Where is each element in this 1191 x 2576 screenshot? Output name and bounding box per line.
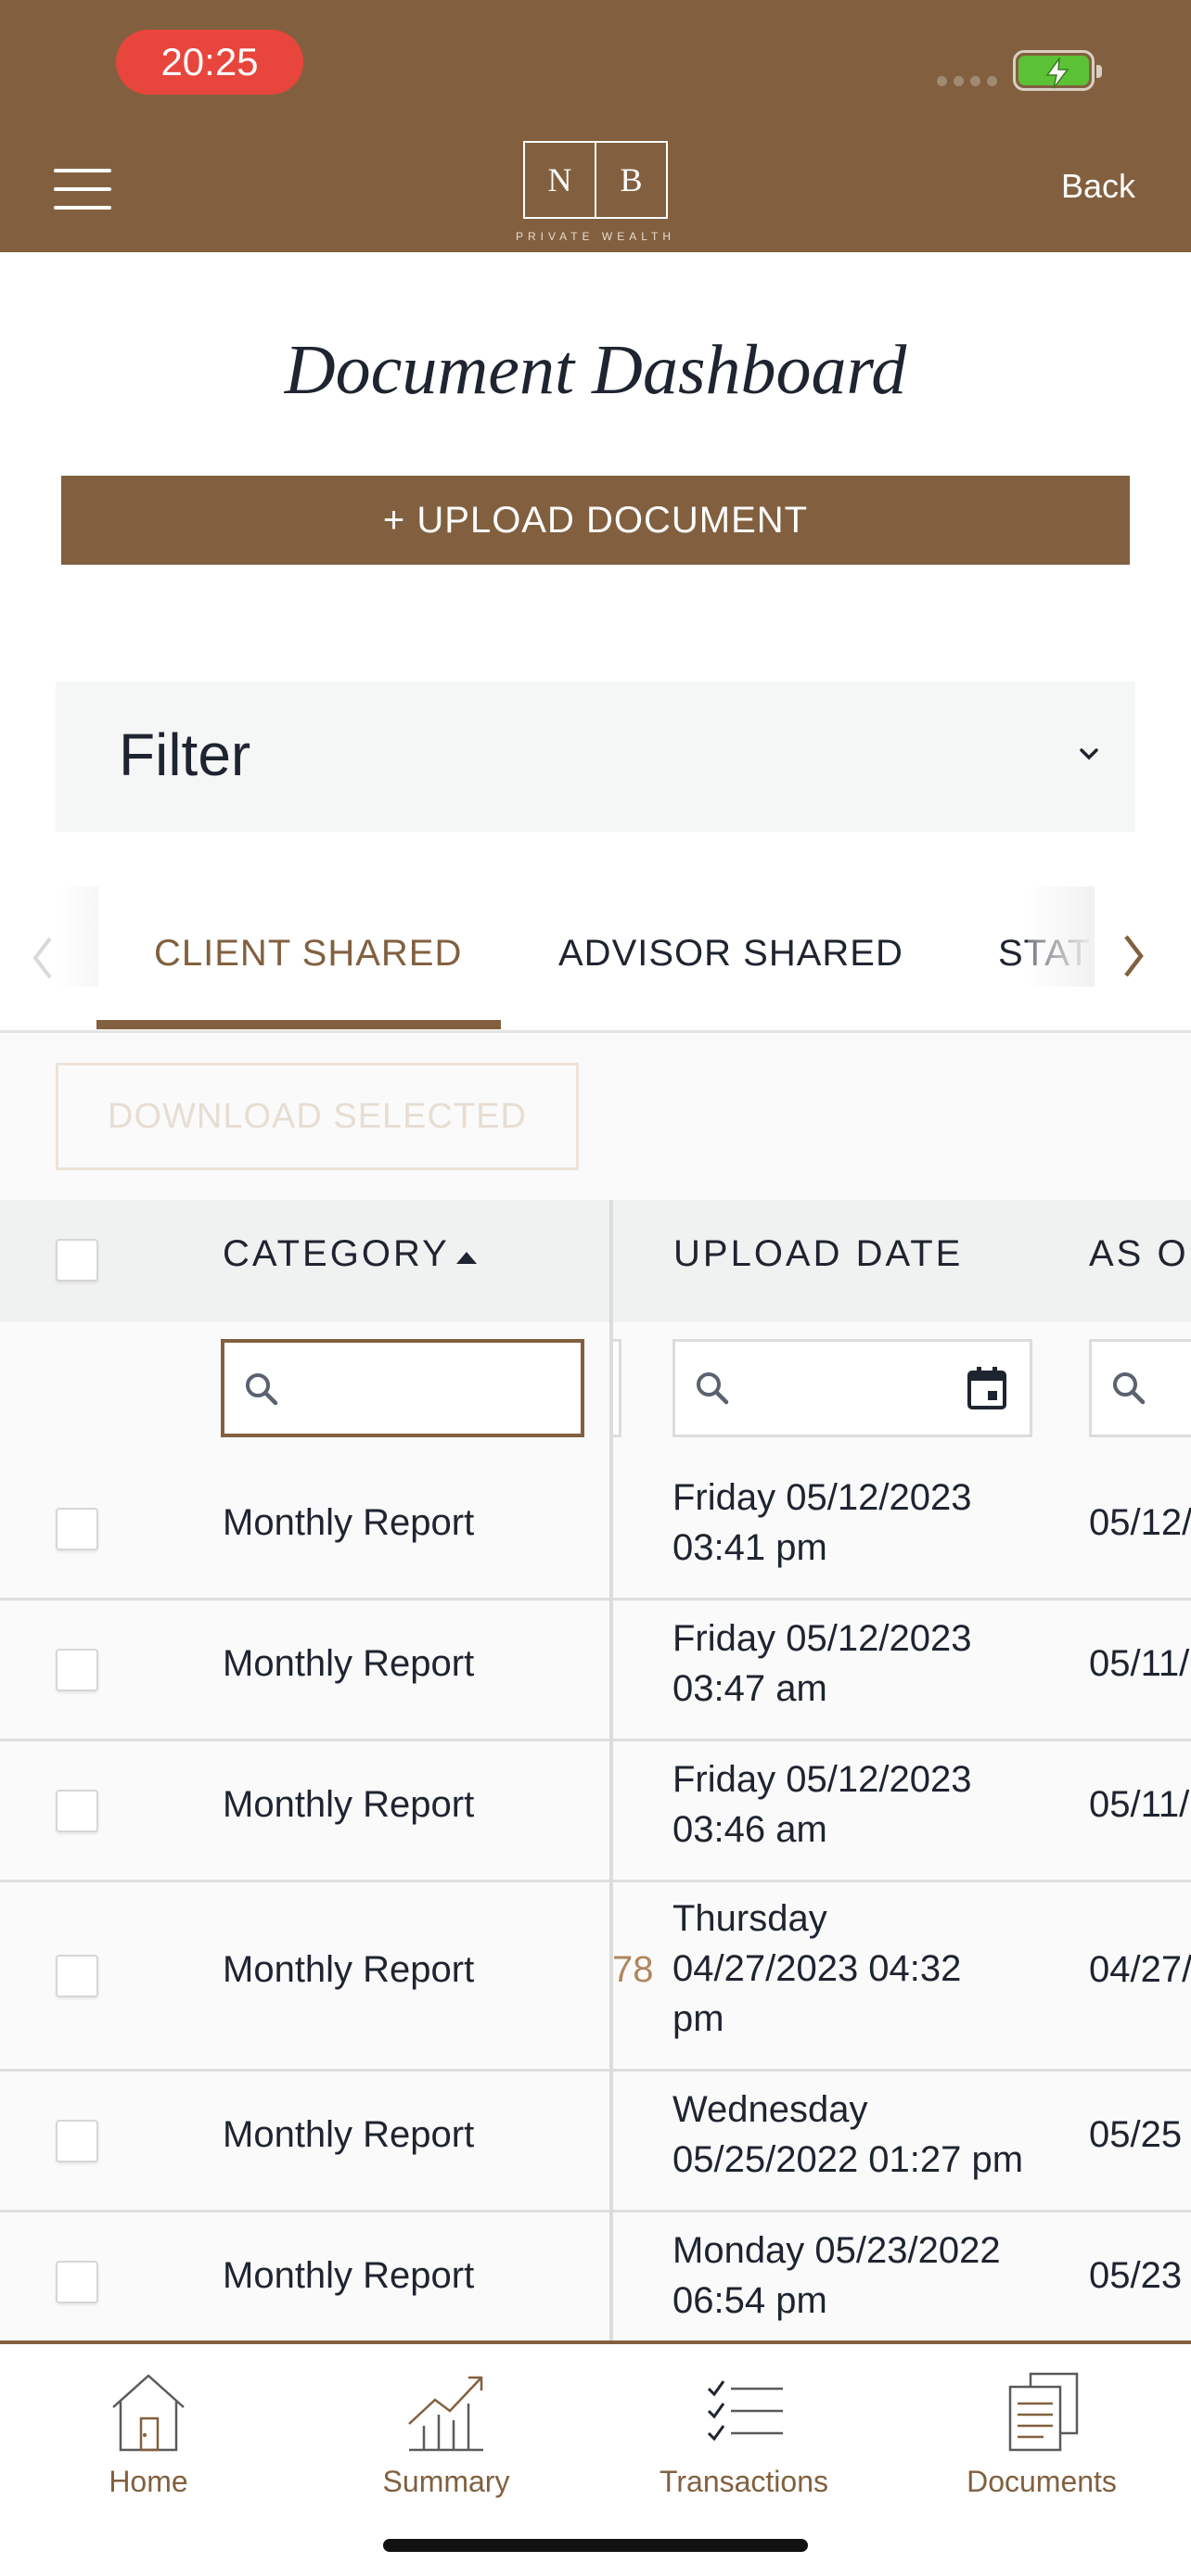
column-header-category[interactable]: CATEGORY — [223, 1233, 450, 1275]
nav-summary[interactable]: Summary — [335, 2370, 557, 2499]
upload-date-line: pm — [672, 1998, 724, 2039]
filter-accordion[interactable]: Filter — [56, 682, 1135, 832]
nav-documents[interactable]: Documents — [930, 2370, 1153, 2499]
select-all-checkbox[interactable] — [56, 1239, 98, 1282]
upload-date-cell: Friday 05/12/2023 03:46 am — [672, 1754, 1044, 1855]
upload-document-button[interactable]: + UPLOAD DOCUMENT — [61, 476, 1130, 565]
category-cell: Monthly Report — [223, 1949, 475, 1990]
documents-icon — [1008, 2372, 1079, 2452]
row-checkbox[interactable] — [56, 1955, 98, 1997]
category-cell: Monthly Report — [223, 1643, 475, 1684]
category-filter-input[interactable] — [221, 1339, 584, 1437]
upload-date-line: 03:41 pm — [672, 1527, 827, 1568]
upload-date-line: Friday 05/12/2023 — [672, 1759, 972, 1800]
row-checkbox[interactable] — [56, 1508, 98, 1550]
back-button[interactable]: Back — [1061, 167, 1135, 206]
row-checkbox[interactable] — [56, 1790, 98, 1832]
app-header: 20:25 N B PRIVATE WEALTH Back — [0, 0, 1191, 252]
column-header-upload-date[interactable]: UPLOAD DATE — [673, 1233, 963, 1275]
nav-documents-label: Documents — [967, 2465, 1117, 2498]
active-tab-indicator — [96, 1020, 501, 1029]
tab-advisor-shared[interactable]: ADVISOR SHARED — [558, 933, 903, 975]
upload-date-cell: Thursday 04/27/2023 04:32 pm — [672, 1894, 1044, 2044]
search-icon — [1113, 1372, 1146, 1405]
nav-transactions[interactable]: Transactions — [633, 2370, 855, 2499]
nav-transactions-label: Transactions — [660, 2465, 828, 2498]
search-icon — [697, 1372, 729, 1405]
nav-summary-label: Summary — [382, 2465, 510, 2498]
nav-home[interactable]: Home — [37, 2370, 260, 2499]
logo-letter-right: B — [595, 143, 666, 217]
column-divider — [609, 1200, 613, 2340]
upload-date-line: Friday 05/12/2023 — [672, 1477, 972, 1518]
as-of-cell: 05/23 — [1089, 2255, 1183, 2296]
table-row[interactable]: Monthly Report Wednesday 05/25/2022 01:2… — [0, 2072, 1191, 2213]
table-row[interactable]: Monthly Report 78 Thursday 04/27/2023 04… — [0, 1882, 1191, 2072]
upload-date-line: 03:47 am — [672, 1668, 827, 1709]
upload-date-cell: Monday 05/23/2022 06:54 pm — [672, 2225, 1044, 2326]
hidden-column-peek: 78 — [612, 1949, 654, 1990]
upload-date-cell: Wednesday 05/25/2022 01:27 pm — [672, 2085, 1044, 2185]
sort-ascending-icon — [456, 1252, 477, 1264]
checklist-icon — [707, 2380, 783, 2442]
row-checkbox[interactable] — [56, 2261, 98, 2303]
filter-label: Filter — [119, 721, 251, 788]
nav-home-label: Home — [109, 2465, 188, 2498]
as-of-cell: 04/27/ — [1089, 1949, 1191, 1990]
document-tabs: CLIENT SHARED ADVISOR SHARED STATE — [0, 886, 1191, 1033]
as-of-filter-input[interactable] — [1089, 1339, 1191, 1437]
cellular-signal-icon — [937, 76, 997, 86]
brand-logo: N B — [523, 141, 668, 219]
column-filter-row — [0, 1322, 1191, 1460]
table-row[interactable]: Monthly Report Friday 05/12/2023 03:41 p… — [0, 1460, 1191, 1600]
logo-subtitle: PRIVATE WEALTH — [515, 230, 675, 243]
chevron-down-icon — [1080, 748, 1098, 760]
page-title: Document Dashboard — [284, 331, 907, 409]
upload-date-line: 06:54 pm — [672, 2280, 827, 2321]
hamburger-menu-icon[interactable] — [54, 169, 111, 210]
upload-date-line: 03:46 am — [672, 1809, 827, 1850]
table-row[interactable]: Monthly Report Friday 05/12/2023 03:46 a… — [0, 1741, 1191, 1882]
upload-date-line: 05/25/2022 01:27 pm — [672, 2139, 1024, 2180]
row-checkbox[interactable] — [56, 1649, 98, 1691]
as-of-cell: 05/12/ — [1089, 1502, 1191, 1543]
category-cell: Monthly Report — [223, 2114, 475, 2155]
download-selected-button[interactable]: DOWNLOAD SELECTED — [56, 1063, 579, 1170]
table-row[interactable]: Monthly Report Friday 05/12/2023 03:47 a… — [0, 1600, 1191, 1741]
home-indicator[interactable] — [383, 2539, 808, 2552]
search-icon — [246, 1373, 278, 1406]
upload-date-filter-input[interactable] — [672, 1339, 1032, 1437]
row-checkbox[interactable] — [56, 2120, 98, 2162]
chevron-left-icon[interactable] — [30, 935, 56, 981]
battery-charging-icon — [1013, 50, 1102, 91]
upload-date-cell: Friday 05/12/2023 03:47 am — [672, 1613, 1044, 1714]
status-time: 20:25 — [116, 30, 303, 95]
calendar-icon[interactable] — [967, 1366, 1007, 1410]
table-header: CATEGORY UPLOAD DATE AS O — [0, 1200, 1191, 1322]
upload-date-cell: Friday 05/12/2023 03:41 pm — [672, 1473, 1044, 1573]
upload-date-line: Monday 05/23/2022 — [672, 2230, 1001, 2271]
as-of-cell: 05/25 — [1089, 2114, 1183, 2155]
category-cell: Monthly Report — [223, 2255, 475, 2296]
table-row[interactable]: Monthly Report Monday 05/23/2022 06:54 p… — [0, 2213, 1191, 2340]
upload-date-line: 04/27/2023 04:32 — [672, 1948, 962, 1989]
chevron-right-icon[interactable] — [1121, 933, 1146, 979]
column-header-as-of[interactable]: AS O — [1089, 1233, 1189, 1275]
upload-date-line: Thursday — [672, 1898, 827, 1939]
as-of-cell: 05/11/ — [1089, 1643, 1190, 1684]
category-cell: Monthly Report — [223, 1784, 475, 1825]
upload-date-line: Friday 05/12/2023 — [672, 1618, 972, 1659]
bar-chart-trend-icon — [408, 2376, 483, 2452]
as-of-cell: 05/11/ — [1089, 1784, 1190, 1825]
house-icon — [112, 2374, 185, 2452]
upload-date-line: Wednesday — [672, 2089, 868, 2130]
documents-table: CATEGORY UPLOAD DATE AS O Monthly Report… — [0, 1200, 1191, 2340]
category-cell: Monthly Report — [223, 1502, 475, 1543]
tab-client-shared[interactable]: CLIENT SHARED — [154, 933, 462, 975]
logo-letter-left: N — [547, 161, 572, 198]
